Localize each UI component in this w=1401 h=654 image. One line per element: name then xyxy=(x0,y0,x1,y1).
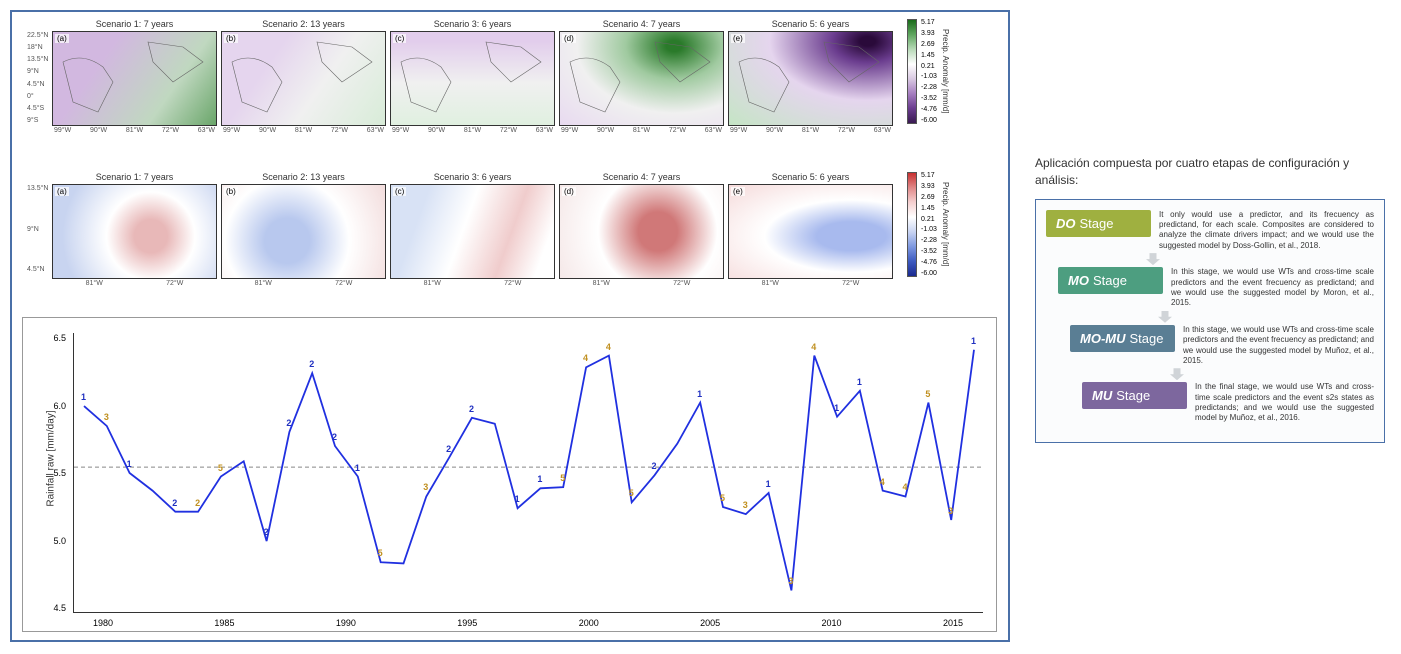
stage-desc: In the final stage, we would use WTs and… xyxy=(1195,382,1374,424)
stage-label: MO-MU Stage xyxy=(1070,325,1175,352)
map2-scenario4: Scenario 4: 7 years (d) 81°W72°W xyxy=(559,172,724,288)
ts-annotation: 4 xyxy=(583,353,588,363)
ts-yticks: 6.56.0 5.55.0 4.5 xyxy=(53,333,66,613)
stage-desc: It only would use a predictor, and its f… xyxy=(1159,210,1374,252)
stage-desc: In this stage, we would use WTs and cros… xyxy=(1183,325,1374,367)
ts-annotation: 5 xyxy=(925,389,930,399)
stage-mu: MU Stage In the final stage, we would use… xyxy=(1082,382,1374,424)
ts-annotation: 2 xyxy=(264,527,269,537)
right-panel: Aplicación compuesta por cuatro etapas d… xyxy=(1035,155,1385,443)
map1-scenario4: Scenario 4: 7 years (d) 99°W90°W81°W72°W… xyxy=(559,19,724,135)
stage-label: MO Stage xyxy=(1058,267,1163,294)
stage-mo: MO Stage In this stage, we would use WTs … xyxy=(1058,267,1374,309)
map1-scenario1: Scenario 1: 7 years (a) 99°W90°W81°W72°W… xyxy=(52,19,217,135)
ts-line xyxy=(74,333,984,613)
map2-scenario2: Scenario 2: 13 years (b) 81°W72°W xyxy=(221,172,386,288)
timeseries-plot: Rainfall raw [mm/day] 6.56.0 5.55.0 4.5 … xyxy=(22,317,997,632)
ts-annotation: 2 xyxy=(332,432,337,442)
ts-annotation: 5 xyxy=(720,493,725,503)
ts-annotation: 5 xyxy=(629,488,634,498)
stage-arrow-icon xyxy=(1146,253,1160,265)
ts-annotation: 1 xyxy=(857,377,862,387)
stage-arrow-icon xyxy=(1158,311,1172,323)
map1-scenario3: Scenario 3: 6 years (c) 99°W90°W81°W72°W… xyxy=(390,19,555,135)
map-row-2: 13.5°N9°N4.5°N Scenario 1: 7 years (a) 8… xyxy=(12,167,972,302)
stage-mo-mu: MO-MU Stage In this stage, we would use W… xyxy=(1070,325,1374,367)
stage-do: DO Stage It only would use a predictor, a… xyxy=(1046,210,1374,252)
stage-arrow-icon xyxy=(1170,368,1184,380)
ts-annotation: 1 xyxy=(834,403,839,413)
ts-annotation: 5 xyxy=(378,548,383,558)
stage-label: MU Stage xyxy=(1082,382,1187,409)
map1-scenario2: Scenario 2: 13 years (b) 99°W90°W81°W72°… xyxy=(221,19,386,135)
map1-scenario5: Scenario 5: 6 years (e) 99°W90°W81°W72°W… xyxy=(728,19,893,135)
ts-annotation: 1 xyxy=(766,479,771,489)
ts-annotation: 3 xyxy=(788,576,793,586)
map1-yticks: 22.5°N18°N 13.5°N9°N 4.5°N0° 4.5°S9°S xyxy=(27,32,48,124)
ts-annotation: 4 xyxy=(606,342,611,352)
right-title: Aplicación compuesta por cuatro etapas d… xyxy=(1035,155,1385,189)
ts-annotation: 2 xyxy=(172,498,177,508)
ts-annotation: 1 xyxy=(81,392,86,402)
map-row-1: 22.5°N18°N 13.5°N9°N 4.5°N0° 4.5°S9°S Sc… xyxy=(12,14,972,154)
ts-annotation: 3 xyxy=(423,482,428,492)
colorbar-row2: 5.173.93 2.691.45 0.21-1.03 -2.28-3.52 -… xyxy=(907,172,952,277)
stage-desc: In this stage, we would use WTs and cros… xyxy=(1171,267,1374,309)
ts-annotation: 4 xyxy=(903,482,908,492)
ts-annotation: 2 xyxy=(652,461,657,471)
ts-annotation: 5 xyxy=(560,473,565,483)
ts-annotation: 3 xyxy=(948,506,953,516)
left-figure-panel: 22.5°N18°N 13.5°N9°N 4.5°N0° 4.5°S9°S Sc… xyxy=(10,10,1010,642)
stage-label: DO Stage xyxy=(1046,210,1151,237)
ts-annotation: 1 xyxy=(697,389,702,399)
ts-annotation: 2 xyxy=(309,359,314,369)
ts-annotation: 2 xyxy=(469,404,474,414)
ts-plot-area: 1 3 1 2 2 5 2 2 2 2 1 5 3 2 2 1 1 5 4 4 5 2 1 5 3 1 3 4 1 1 4 4 5 3 1 xyxy=(73,333,983,613)
map2-scenario3: Scenario 3: 6 years (c) 81°W72°W xyxy=(390,172,555,288)
ts-annotation: 2 xyxy=(286,418,291,428)
map2-scenario5: Scenario 5: 6 years (e) 81°W72°W xyxy=(728,172,893,288)
map2-yticks: 13.5°N9°N4.5°N xyxy=(27,185,48,273)
ts-annotation: 1 xyxy=(971,336,976,346)
ts-annotation: 4 xyxy=(880,477,885,487)
ts-annotation: 4 xyxy=(811,342,816,352)
ts-annotation: 2 xyxy=(195,498,200,508)
ts-annotation: 5 xyxy=(218,463,223,473)
ts-annotation: 2 xyxy=(446,444,451,454)
ts-annotation: 1 xyxy=(355,463,360,473)
colorbar-row1: 5.173.93 2.691.45 0.21-1.03 -2.28-3.52 -… xyxy=(907,19,952,124)
ts-annotation: 3 xyxy=(743,500,748,510)
map2-scenario1: Scenario 1: 7 years (a) 81°W72°W xyxy=(52,172,217,288)
ts-annotation: 1 xyxy=(127,459,132,469)
ts-xticks: 19801985 19901995 20002005 20102015 xyxy=(73,618,983,628)
ts-annotation: 3 xyxy=(104,412,109,422)
ts-annotation: 1 xyxy=(515,494,520,504)
stages-box: DO Stage It only would use a predictor, a… xyxy=(1035,199,1385,443)
ts-annotation: 1 xyxy=(537,474,542,484)
